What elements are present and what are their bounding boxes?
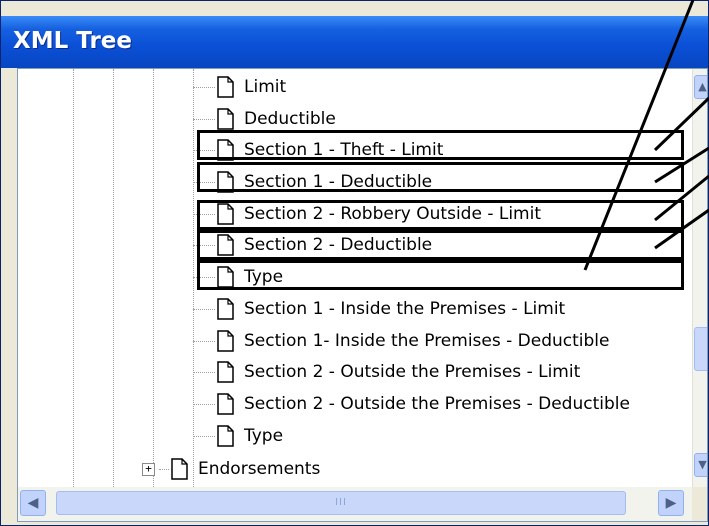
pointer-line: [583, 0, 695, 271]
pointer-line: [653, 96, 709, 152]
pointer-line: [654, 174, 709, 222]
annotation-pointers: [583, 0, 709, 271]
pointer-line: [654, 208, 709, 250]
pointer-line: [654, 146, 709, 184]
